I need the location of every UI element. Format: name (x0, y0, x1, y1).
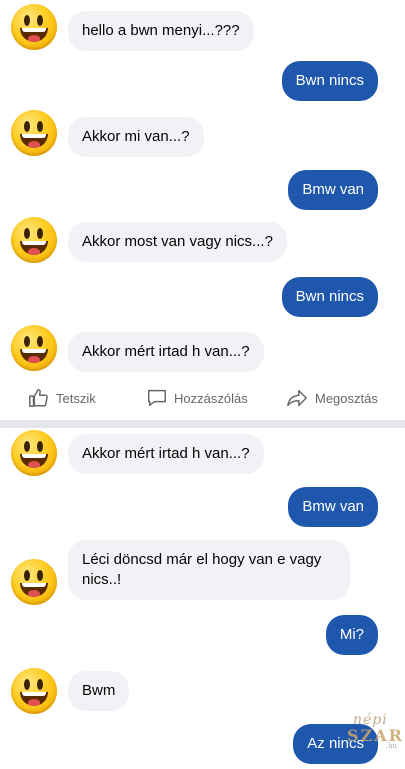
watermark-logo: népi SZAR .hu (347, 712, 402, 752)
incoming-message: hello a bwn menyi...??? (68, 11, 254, 51)
chat-screenshot-top: hello a bwn menyi...??? Bwn nincs Akkor … (0, 0, 405, 372)
post-actions-bar: Tetszik Hozzászólás Megosztás (0, 378, 405, 418)
like-button[interactable]: Tetszik (28, 378, 96, 418)
incoming-message: Akkor mért irtad h van...? (68, 332, 264, 372)
share-arrow-icon (287, 389, 307, 407)
smiley-avatar (11, 110, 57, 156)
smiley-avatar (11, 430, 57, 476)
smiley-avatar (11, 325, 57, 371)
share-label: Megosztás (315, 390, 378, 406)
share-button[interactable]: Megosztás (285, 378, 378, 418)
outgoing-message: Bwn nincs (281, 277, 378, 317)
incoming-message: Akkor mi van...? (68, 117, 204, 157)
smiley-avatar (11, 217, 57, 263)
outgoing-message: Bmw van (288, 170, 378, 210)
comment-button[interactable]: Hozzászólás (146, 378, 248, 418)
comment-icon (148, 389, 166, 407)
outgoing-message: Bmw van (288, 487, 378, 527)
outgoing-message: Mi? (325, 615, 378, 655)
smiley-avatar (11, 4, 57, 50)
incoming-message: Akkor mért irtad h van...? (68, 434, 264, 474)
incoming-message: Léci döncsd már el hogy van e vagy nics.… (68, 540, 350, 600)
smiley-avatar (11, 559, 57, 605)
like-label: Tetszik (56, 390, 96, 406)
outgoing-message: Bwn nincs (281, 61, 378, 101)
comment-label: Hozzászólás (174, 390, 248, 406)
incoming-message: Bwm (68, 671, 130, 711)
watermark-line-3: .hu (385, 742, 397, 750)
incoming-message: Akkor most van vagy nics...? (68, 222, 287, 262)
section-divider (0, 420, 405, 428)
thumbs-up-icon (29, 389, 48, 407)
chat-screenshot-bottom: Akkor mért irtad h van...? Bmw van Léci … (0, 428, 405, 769)
smiley-avatar (11, 668, 57, 714)
